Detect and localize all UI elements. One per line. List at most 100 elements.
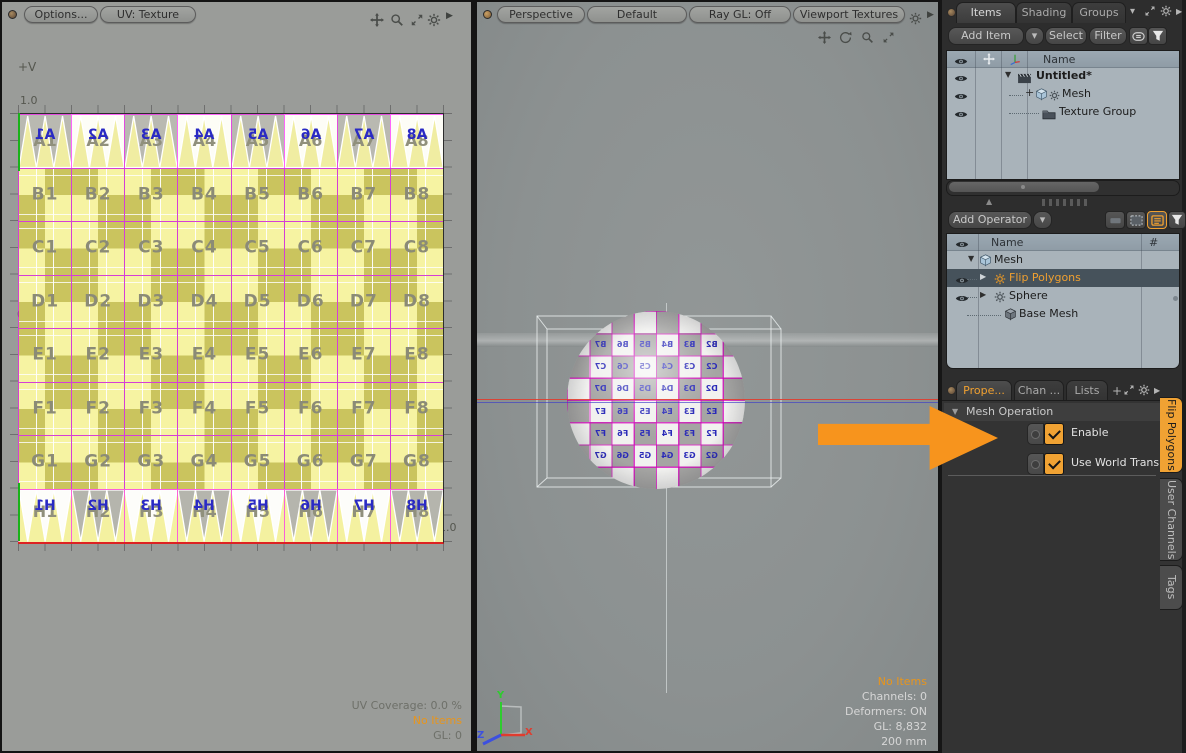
- icon: [1004, 308, 1017, 321]
- separator: [948, 475, 1156, 476]
- panel-edge: [1182, 0, 1186, 753]
- uv-cell-label: C3: [125, 238, 177, 258]
- uv-cell-label: C1: [19, 238, 71, 258]
- gear-icon: [979, 253, 992, 267]
- uv-cell-H6: H6H6: [284, 489, 337, 543]
- checkbox-enable[interactable]: [1027, 423, 1064, 443]
- op-row-mesh[interactable]: ▼Mesh: [947, 251, 1179, 269]
- name-column-header: Name: [1043, 53, 1075, 66]
- uv-cell-label: F3: [125, 398, 177, 418]
- side-tab-tags[interactable]: Tags: [1160, 565, 1183, 610]
- item-row-mesh[interactable]: +Mesh: [947, 85, 1179, 103]
- item-row-texturegroup[interactable]: Texture Group: [947, 103, 1179, 121]
- list-options-icon[interactable]: [1129, 27, 1148, 45]
- select-button[interactable]: Select: [1045, 27, 1087, 45]
- 3d-viewport[interactable]: Perspective Default Ray GL: Off Viewport…: [477, 2, 938, 751]
- solo-view-icon[interactable]: [1105, 211, 1125, 229]
- pan-icon[interactable]: [370, 9, 384, 28]
- items-horizontal-scrollbar[interactable]: [946, 180, 1180, 196]
- panel-arrow-icon[interactable]: ▶: [1176, 7, 1182, 16]
- side-tab-flippolygons[interactable]: Flip Polygons: [1160, 397, 1183, 473]
- uv-cell-F1: F1: [18, 382, 71, 436]
- filter-funnel-icon[interactable]: [1168, 211, 1186, 229]
- eye-icon[interactable]: [954, 71, 968, 84]
- op-row-basemesh[interactable]: Base Mesh: [947, 305, 1179, 323]
- checkbox-checked[interactable]: [1044, 423, 1064, 445]
- panel-menu-dot[interactable]: [947, 8, 956, 17]
- tab-prope[interactable]: Prope...: [956, 380, 1012, 401]
- tab-chan[interactable]: Chan ...: [1014, 380, 1064, 401]
- uv-cell-C2: C2: [71, 221, 124, 275]
- uv-cell-E3: E3: [124, 328, 177, 382]
- icon: [954, 74, 968, 83]
- checkbox-label: Enable: [1071, 426, 1108, 439]
- ghost-view-icon[interactable]: [1126, 211, 1146, 229]
- checkbox-reset[interactable]: [1027, 423, 1044, 445]
- scroll-dot[interactable]: [1173, 296, 1178, 301]
- gear-icon[interactable]: [1138, 384, 1150, 396]
- maximize-icon[interactable]: [410, 9, 424, 28]
- options-button[interactable]: Options...: [24, 6, 98, 23]
- chevron-down-icon[interactable]: ▾: [1130, 6, 1135, 17]
- uv-cell-label: D6: [285, 291, 337, 311]
- item-list[interactable]: Name ▼Untitled*+MeshTexture Group: [946, 50, 1180, 180]
- expander-icon[interactable]: ▶: [980, 290, 986, 299]
- op-row-flippolygons[interactable]: ▶Flip Polygons: [947, 269, 1179, 287]
- panel-menu-dot[interactable]: [947, 386, 956, 395]
- panel-menu-dot[interactable]: [8, 10, 17, 19]
- mesh-operation-section[interactable]: ▼ Mesh Operation: [944, 403, 1160, 421]
- uv-cell-label: G8: [391, 452, 443, 472]
- maximize-icon[interactable]: [1144, 5, 1156, 17]
- uv-texture-mode-button[interactable]: UV: Texture: [100, 6, 196, 23]
- uv-editor-panel[interactable]: Options... UV: Texture ▶ +V 1.0 0.5 0 0.…: [2, 2, 471, 751]
- uv-cell-label: C5: [232, 238, 284, 258]
- list-view-icon[interactable]: [1147, 211, 1167, 229]
- expander-icon[interactable]: ▼: [968, 254, 974, 263]
- maximize-icon[interactable]: [1123, 384, 1135, 396]
- uv-cell-label: E8: [391, 345, 443, 365]
- v-axis-label: +V: [18, 60, 36, 74]
- zoom-icon[interactable]: [390, 9, 404, 28]
- eye-icon[interactable]: [954, 107, 968, 120]
- panel-arrow-icon[interactable]: ▶: [446, 11, 453, 21]
- tab-shading[interactable]: Shading: [1016, 2, 1072, 23]
- filter-button[interactable]: Filter: [1089, 27, 1127, 45]
- expander-icon[interactable]: ▼: [1005, 70, 1011, 79]
- gear-icon[interactable]: [1160, 5, 1172, 17]
- uv-cell-H5: H5H5: [231, 489, 284, 543]
- tree-line: [967, 278, 977, 280]
- tab-groups[interactable]: Groups: [1072, 2, 1126, 23]
- tab-items[interactable]: Items: [956, 2, 1016, 23]
- section-collapse-icon[interactable]: ▼: [952, 407, 958, 416]
- uv-cell-label: E4: [178, 345, 230, 365]
- gear-icon: [1004, 307, 1017, 321]
- panel-divider-grip[interactable]: [1042, 199, 1088, 206]
- item-row-untitled[interactable]: ▼Untitled*: [947, 67, 1179, 85]
- uv-grid[interactable]: A1A1A2A2A3A3A4A4A5A5A6A6A7A7A8A8B1B2B3B4…: [18, 113, 444, 544]
- gear-icon[interactable]: [427, 9, 441, 28]
- panel-arrow-icon[interactable]: ▶: [1154, 386, 1160, 395]
- mesh-ops-list[interactable]: Name # ▼Mesh▶Flip Polygons▶SphereBase Me…: [946, 233, 1180, 369]
- uv-cell-label: B2: [72, 184, 124, 204]
- op-row-sphere[interactable]: ▶Sphere: [947, 287, 1179, 305]
- uv-cell-label: D1: [19, 291, 71, 311]
- tree-line: [967, 314, 1001, 316]
- checkbox-reset[interactable]: [1027, 453, 1044, 475]
- collapse-triangle-icon[interactable]: ▲: [986, 197, 992, 206]
- checkbox-checked[interactable]: [1044, 453, 1064, 475]
- add-operator-button[interactable]: Add Operator: [948, 211, 1032, 229]
- scrollbar-handle[interactable]: [949, 182, 1099, 192]
- add-item-dropdown[interactable]: ▾: [1025, 27, 1044, 45]
- expander-icon[interactable]: +: [1025, 86, 1034, 99]
- tab-lists[interactable]: Lists: [1066, 380, 1108, 401]
- filter-funnel-icon[interactable]: [1148, 27, 1167, 45]
- add-operator-dropdown[interactable]: ▾: [1033, 211, 1052, 229]
- side-tab-userchannels[interactable]: User Channels: [1160, 478, 1183, 561]
- expander-icon[interactable]: ▶: [980, 272, 986, 281]
- uv-cell-E7: E7: [337, 328, 390, 382]
- add-tab-icon[interactable]: +: [1112, 384, 1122, 398]
- checkbox-useworldtransf[interactable]: [1027, 453, 1064, 473]
- add-item-button[interactable]: Add Item: [948, 27, 1024, 45]
- eye-icon[interactable]: [954, 89, 968, 102]
- uv-cell-H2: H2H2: [71, 489, 124, 543]
